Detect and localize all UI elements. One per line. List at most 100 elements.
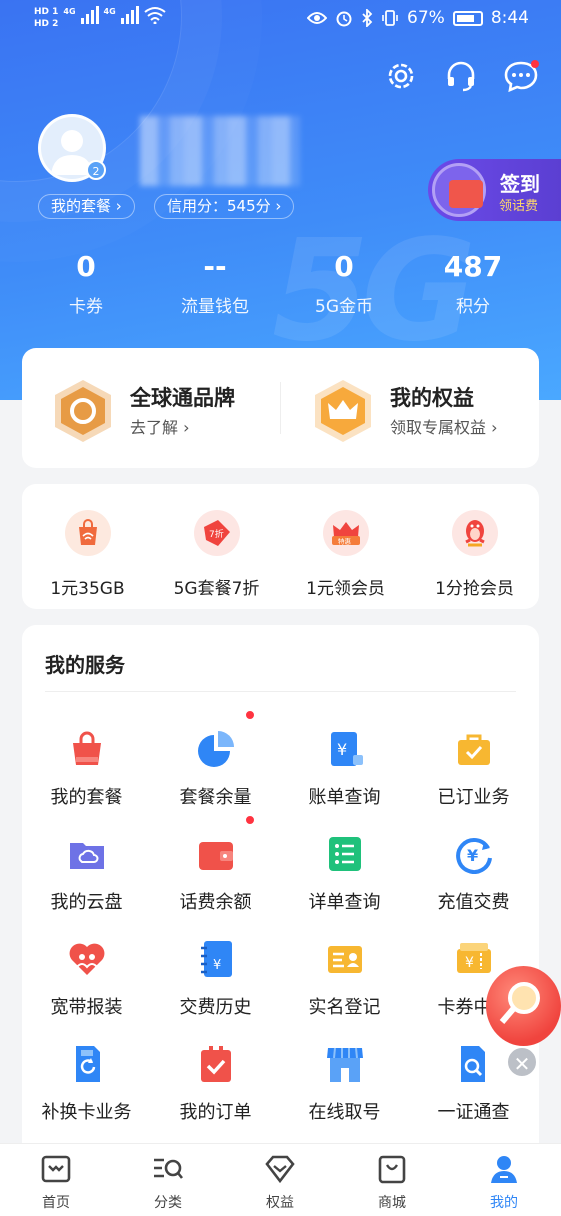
promo-label: 5G套餐7折 <box>173 579 260 599</box>
service-broadband[interactable]: 宽带报装 <box>22 939 151 1044</box>
level-badge: 2 <box>86 160 106 180</box>
service-label: 详单查询 <box>308 892 381 913</box>
penguin-icon <box>451 510 498 556</box>
promo-5g-discount[interactable]: 7折 5G套餐7折 <box>154 510 279 599</box>
clock: 8:44 <box>490 8 529 28</box>
promo-label: 1元35GB <box>50 579 125 599</box>
service-online-queue[interactable]: 在线取号 <box>280 1044 409 1149</box>
network-type-2: 4G <box>103 7 116 16</box>
service-recharge[interactable]: ¥ 充值交费 <box>409 834 538 939</box>
sign-in-subtitle: 领话费 <box>499 199 539 214</box>
my-benefits-subtitle: 领取专属权益 › <box>390 418 498 437</box>
service-label: 我的云盘 <box>50 892 123 913</box>
headset-icon <box>447 61 475 92</box>
stat-value: 487 <box>443 250 503 283</box>
customer-service-button[interactable] <box>443 58 479 94</box>
crown-icon <box>315 380 371 442</box>
service-payment-history[interactable]: ¥ 交费历史 <box>151 939 280 1044</box>
service-label: 补换卡业务 <box>41 1102 132 1123</box>
tab-home[interactable]: 首页 <box>16 1154 96 1212</box>
settings-button[interactable] <box>383 58 419 94</box>
service-plan-balance[interactable]: 套餐余量 <box>151 709 280 834</box>
id-card-icon <box>325 939 365 979</box>
floating-promo-button[interactable] <box>486 966 561 1046</box>
sim-refresh-icon <box>67 1044 107 1084</box>
stat-data-wallet[interactable]: -- 流量钱包 <box>145 250 285 317</box>
cloud-folder-icon <box>67 834 107 874</box>
promo-label: 1分抢会员 <box>435 579 514 599</box>
service-detail-query[interactable]: 详单查询 <box>280 834 409 939</box>
service-bill-query[interactable]: ¥ 账单查询 <box>280 729 409 834</box>
service-label: 套餐余量 <box>179 787 252 808</box>
promo-1yuan-member[interactable]: 特惠 1元领会员 <box>283 510 408 599</box>
hd2-indicator: HD 2 <box>34 19 59 29</box>
global-brand-entry[interactable]: 全球通品牌 去了解 › <box>50 378 290 446</box>
briefcase-check-icon <box>454 729 494 769</box>
promo-1yuan-35gb[interactable]: 1元35GB <box>25 510 150 599</box>
service-label: 充值交费 <box>437 892 510 913</box>
service-replace-sim[interactable]: 补换卡业务 <box>22 1044 151 1149</box>
stat-value: 0 <box>334 250 354 283</box>
yuan-refresh-icon: ¥ <box>454 834 494 874</box>
global-brand-subtitle: 去了解 › <box>130 418 190 437</box>
hd1-indicator: HD 1 <box>34 7 59 17</box>
service-label: 一证通查 <box>437 1102 510 1123</box>
service-call-balance[interactable]: 话费余额 <box>151 814 280 939</box>
sign-in-button[interactable]: 签到 领话费 <box>428 159 561 221</box>
service-my-orders[interactable]: 我的订单 <box>151 1044 280 1149</box>
service-label: 我的套餐 <box>50 787 123 808</box>
tab-mine[interactable]: 我的 <box>464 1154 544 1212</box>
service-subscribed[interactable]: 已订业务 <box>409 729 538 834</box>
wallet-icon <box>196 814 256 874</box>
store-icon <box>325 1044 365 1084</box>
battery-icon <box>452 10 483 26</box>
clipboard-check-icon <box>196 1044 236 1084</box>
close-icon: ✕ <box>513 1052 531 1076</box>
service-label: 我的订单 <box>179 1102 252 1123</box>
my-plan-chip[interactable]: 我的套餐 › <box>38 194 135 219</box>
pie-chart-icon <box>196 709 256 769</box>
close-float-button[interactable]: ✕ <box>506 1046 538 1078</box>
service-label: 在线取号 <box>308 1102 381 1123</box>
global-brand-title: 全球通品牌 <box>130 386 235 410</box>
stat-label: 卡券 <box>69 297 103 317</box>
tab-category[interactable]: 分类 <box>128 1154 208 1212</box>
signal-icon-2 <box>120 6 139 24</box>
services-title: 我的服务 <box>45 653 125 677</box>
stat-5g-coins[interactable]: 0 5G金币 <box>274 250 414 317</box>
bottom-tab-bar: 首页 分类 权益 商城 我的 <box>0 1143 561 1216</box>
tab-benefits[interactable]: 权益 <box>240 1154 320 1212</box>
promo-badge-text: 7折 <box>209 528 224 540</box>
ticket-icon: ¥ <box>454 939 494 979</box>
service-cloud-drive[interactable]: 我的云盘 <box>22 834 151 939</box>
vibrate-icon <box>382 10 398 26</box>
magnifier-icon <box>499 982 540 1024</box>
tab-label: 商城 <box>378 1195 406 1211</box>
promo-1fen-member[interactable]: 1分抢会员 <box>412 510 537 599</box>
person-icon <box>491 1156 517 1183</box>
tab-mall[interactable]: 商城 <box>352 1154 432 1212</box>
stat-value: -- <box>203 250 227 283</box>
service-my-plan[interactable]: 我的套餐 <box>22 729 151 834</box>
wifi-icon <box>144 7 166 24</box>
tab-label: 分类 <box>154 1195 182 1211</box>
service-real-name[interactable]: 实名登记 <box>280 939 409 1044</box>
stat-label: 5G金币 <box>315 297 373 317</box>
stat-label: 流量钱包 <box>181 297 249 317</box>
credit-score-chip[interactable]: 信用分：545分 › <box>154 194 295 219</box>
tab-label: 权益 <box>266 1195 294 1211</box>
my-benefits-entry[interactable]: 我的权益 领取专属权益 › <box>310 378 550 446</box>
red-dot-badge <box>243 709 256 721</box>
messages-button[interactable] <box>503 58 539 94</box>
stat-coupons[interactable]: 0 卡券 <box>16 250 156 317</box>
shopping-bag-icon <box>378 1155 406 1184</box>
service-label: 已订业务 <box>437 787 510 808</box>
messages-red-dot <box>531 60 539 68</box>
tab-label: 我的 <box>490 1195 518 1211</box>
tab-label: 首页 <box>42 1195 70 1211</box>
service-label: 话费余额 <box>179 892 252 913</box>
svg-text:¥: ¥ <box>337 740 347 759</box>
stat-points[interactable]: 487 积分 <box>403 250 543 317</box>
service-label: 实名登记 <box>308 997 381 1018</box>
services-card: 我的服务 我的套餐 套餐余量 ¥ 账单查询 已订业务 我的云盘 话费余额 详单查… <box>22 625 539 1155</box>
